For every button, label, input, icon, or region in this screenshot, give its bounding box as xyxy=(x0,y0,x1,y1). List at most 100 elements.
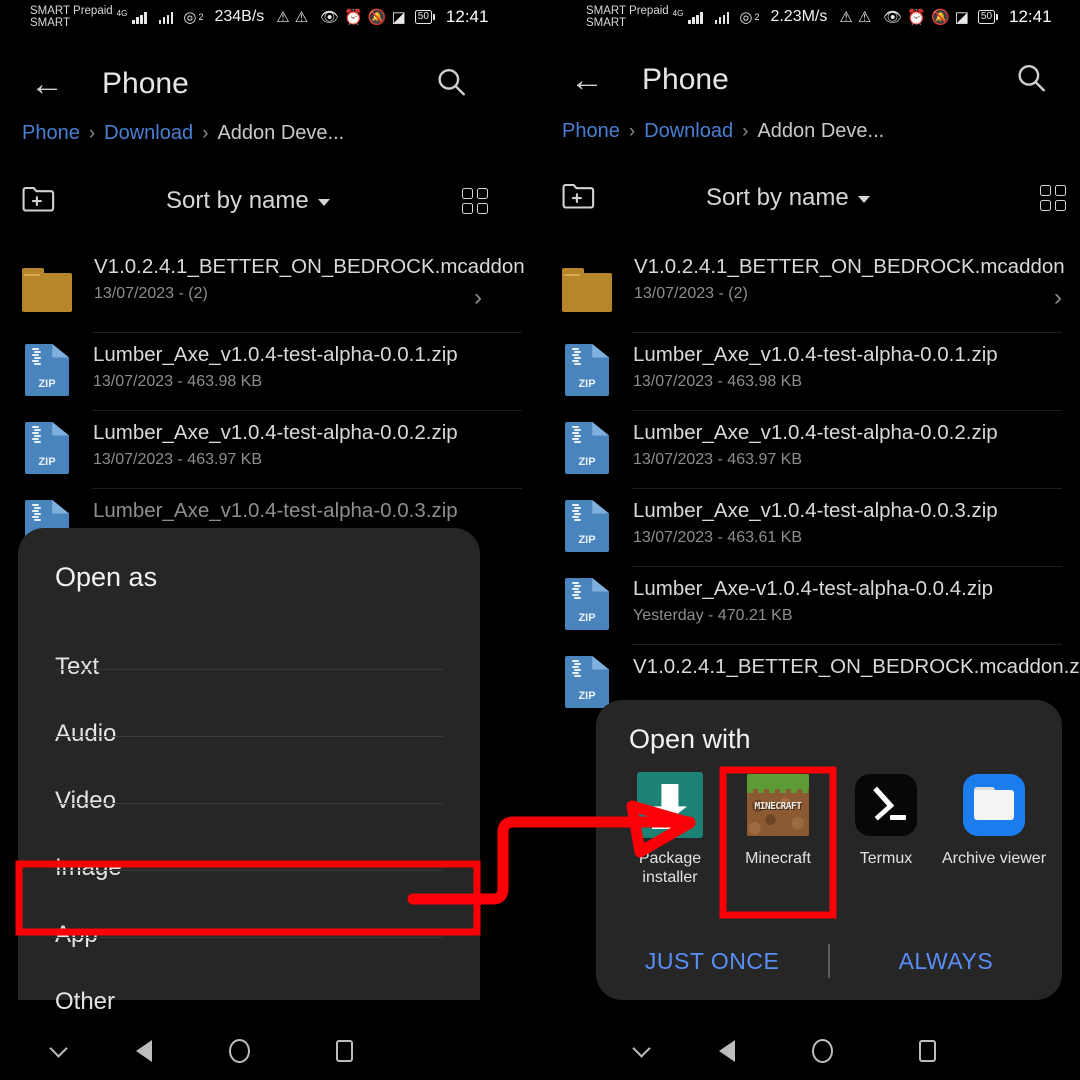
list-toolbar: Sort by name xyxy=(0,178,540,224)
recents-square-icon[interactable] xyxy=(919,1040,936,1062)
network-speed-label: 2.23M/s xyxy=(770,8,828,25)
chevron-down-icon[interactable] xyxy=(49,1038,68,1058)
back-triangle-icon[interactable] xyxy=(719,1040,735,1062)
signal-bars-sim1-icon xyxy=(132,11,147,24)
open-as-item-app[interactable]: App xyxy=(18,901,480,968)
file-list-left: V1.0.2.4.1_BETTER_ON_BEDROCK.mcaddon 13/… xyxy=(0,240,540,566)
recents-square-icon[interactable] xyxy=(336,1040,353,1062)
minecraft-icon: MINECRAFT xyxy=(747,774,809,836)
chevron-down-icon xyxy=(317,199,330,206)
back-triangle-icon[interactable] xyxy=(136,1040,152,1062)
new-folder-icon[interactable] xyxy=(562,181,596,216)
file-meta: 13/07/2023 - 463.98 KB xyxy=(93,373,263,390)
dnd-icon: ◪ xyxy=(954,8,969,26)
sheet-title: Open as xyxy=(55,562,158,592)
home-circle-icon[interactable] xyxy=(229,1039,250,1063)
breadcrumb-item-download[interactable]: Download xyxy=(644,120,733,143)
zip-file-icon: ZIP xyxy=(25,422,69,474)
file-info: V1.0.2.4.1_BETTER_ON_BEDROCK.mcaddon 13/… xyxy=(94,254,525,303)
table-row[interactable]: ZIP Lumber_Axe_v1.0.4-test-alpha-0.0.1.z… xyxy=(0,332,540,410)
zip-icon-label: ZIP xyxy=(38,378,56,391)
breadcrumb-item-phone[interactable]: Phone xyxy=(562,120,620,143)
page-title: Phone xyxy=(642,63,729,96)
file-name: Lumber_Axe_v1.0.4-test-alpha-0.0.3.zip xyxy=(633,499,998,522)
zip-icon-label: ZIP xyxy=(578,534,596,547)
open-with-app-label: Package installer xyxy=(638,850,702,887)
file-info: Lumber_Axe-v1.0.4-test-alpha-0.0.4.zip Y… xyxy=(633,576,1033,625)
carrier-line-1: SMART Prepaid xyxy=(30,5,113,17)
bell-muted-icon: 🔕 xyxy=(931,8,950,26)
network-type-label: 4G xyxy=(672,9,684,18)
file-meta: 13/07/2023 - (2) xyxy=(634,285,748,302)
open-as-label: Audio xyxy=(55,719,117,747)
open-as-item-audio[interactable]: Audio xyxy=(18,700,480,767)
open-with-action-row: JUST ONCE ALWAYS xyxy=(596,938,1062,984)
file-meta: 13/07/2023 - 463.98 KB xyxy=(633,373,803,390)
bell-muted-icon: 🔕 xyxy=(367,8,387,26)
file-name: V1.0.2.4.1_BETTER_ON_BEDROCK.mcaddon xyxy=(634,255,1065,278)
open-with-app-archive-viewer[interactable]: Archive viewer xyxy=(940,772,1048,887)
breadcrumb-item-current[interactable]: Addon Deve... xyxy=(757,120,884,143)
open-with-app-package-installer[interactable]: Package installer xyxy=(616,772,724,887)
file-meta: 13/07/2023 - 463.97 KB xyxy=(633,451,803,468)
chevron-down-icon[interactable] xyxy=(632,1038,651,1058)
breadcrumb-item-phone[interactable]: Phone xyxy=(22,122,80,145)
open-with-app-minecraft[interactable]: MINECRAFT Minecraft xyxy=(724,772,832,887)
page-title: Phone xyxy=(102,67,189,100)
open-as-item-video[interactable]: Video xyxy=(18,767,480,834)
file-info: Lumber_Axe_v1.0.4-test-alpha-0.0.2.zip 1… xyxy=(93,420,463,469)
table-row[interactable]: ZIP Lumber_Axe_v1.0.4-test-alpha-0.0.2.z… xyxy=(0,410,540,488)
grid-view-icon[interactable] xyxy=(462,188,488,214)
hotspot-icon: ◎ xyxy=(183,8,197,26)
termux-icon xyxy=(855,774,917,836)
grid-view-icon[interactable] xyxy=(1040,185,1066,211)
navigation-bar-left xyxy=(0,1022,540,1080)
zip-icon-label: ZIP xyxy=(578,612,596,625)
open-as-label: Other xyxy=(55,987,116,1015)
chevron-down-icon xyxy=(857,196,870,203)
open-as-label: Text xyxy=(55,652,100,680)
eye-icon: 👁 xyxy=(320,8,340,26)
file-info: Lumber_Axe_v1.0.4-test-alpha-0.0.2.zip 1… xyxy=(633,420,1033,469)
sort-by-name-button[interactable]: Sort by name xyxy=(706,184,870,212)
breadcrumb-item-download[interactable]: Download xyxy=(104,122,193,145)
app-bar-left: ← Phone xyxy=(0,48,540,120)
open-with-app-termux[interactable]: Termux xyxy=(832,772,940,887)
open-with-app-label: Archive viewer xyxy=(941,850,1047,867)
table-row[interactable]: V1.0.2.4.1_BETTER_ON_BEDROCK.mcaddon 13/… xyxy=(540,240,1080,332)
home-circle-icon[interactable] xyxy=(812,1039,833,1063)
table-row[interactable]: V1.0.2.4.1_BETTER_ON_BEDROCK.mcaddon 13/… xyxy=(0,240,540,332)
search-icon[interactable] xyxy=(434,65,468,104)
file-info: Lumber_Axe_v1.0.4-test-alpha-0.0.1.zip 1… xyxy=(93,342,463,391)
open-as-item-text[interactable]: Text xyxy=(18,633,480,700)
always-button[interactable]: ALWAYS xyxy=(830,948,1062,975)
search-icon[interactable] xyxy=(1014,61,1048,100)
carrier-label: SMART Prepaid SMART xyxy=(586,5,669,29)
file-name: Lumber_Axe-v1.0.4-test-alpha-0.0.4.zip xyxy=(633,577,994,600)
chevron-right-icon[interactable]: › xyxy=(1054,284,1062,312)
archive-viewer-icon xyxy=(963,774,1025,836)
just-once-button[interactable]: JUST ONCE xyxy=(596,948,828,975)
file-name: Lumber_Axe_v1.0.4-test-alpha-0.0.1.zip xyxy=(633,343,998,366)
new-folder-icon[interactable] xyxy=(22,184,56,219)
breadcrumb-separator-icon: › xyxy=(88,122,96,144)
zip-file-icon: ZIP xyxy=(565,500,609,552)
table-row[interactable]: ZIP Lumber_Axe-v1.0.4-test-alpha-0.0.4.z… xyxy=(540,566,1080,644)
sort-by-name-button[interactable]: Sort by name xyxy=(166,187,330,215)
breadcrumb-item-current[interactable]: Addon Deve... xyxy=(217,122,344,145)
left-screenshot-panel: SMART Prepaid SMART 4G ◎ 2 234B/s ⚠ ⚠ 👁 … xyxy=(0,0,540,1080)
sheet-divider xyxy=(55,803,443,804)
table-row[interactable]: ZIP Lumber_Axe_v1.0.4-test-alpha-0.0.2.z… xyxy=(540,410,1080,488)
chevron-right-icon[interactable]: › xyxy=(474,284,482,312)
table-row[interactable]: ZIP Lumber_Axe_v1.0.4-test-alpha-0.0.3.z… xyxy=(540,488,1080,566)
zip-icon-label: ZIP xyxy=(578,378,596,391)
warning-triangle-icon: ⚠ xyxy=(839,8,853,26)
back-arrow-icon[interactable]: ← xyxy=(570,63,604,97)
sheet-divider xyxy=(55,669,443,670)
file-info: V1.0.2.4.1_BETTER_ON_BEDROCK.mcaddon.zip xyxy=(633,654,1080,679)
zip-file-icon: ZIP xyxy=(565,344,609,396)
open-as-item-image[interactable]: Image xyxy=(18,834,480,901)
back-arrow-icon[interactable]: ← xyxy=(30,67,64,101)
table-row[interactable]: ZIP Lumber_Axe_v1.0.4-test-alpha-0.0.1.z… xyxy=(540,332,1080,410)
folder-icon xyxy=(22,268,72,312)
